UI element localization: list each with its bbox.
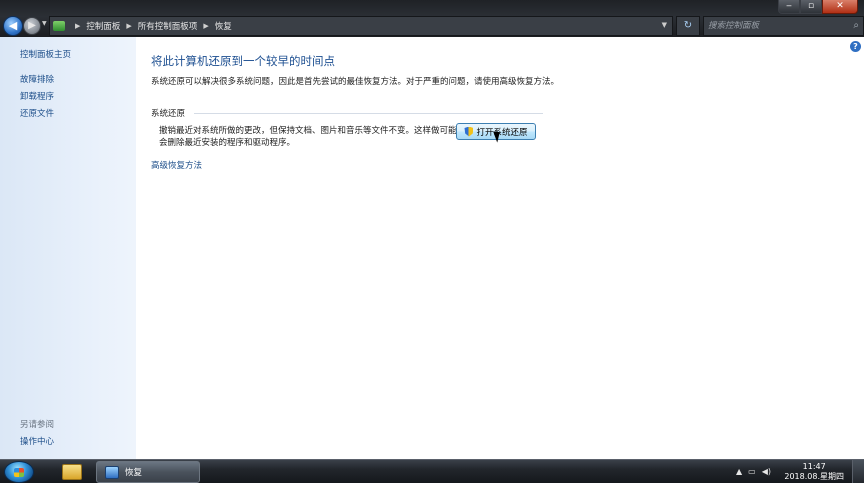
advanced-recovery-link[interactable]: 高级恢复方法 [151, 159, 202, 171]
control-panel-icon [105, 465, 119, 479]
page-title: 将此计算机还原到一个较早的时间点 [151, 54, 335, 68]
main-content: ? 将此计算机还原到一个较早的时间点 系统还原可以解决很多系统问题，因此是首先尝… [136, 37, 864, 459]
maximize-button[interactable]: ▫ [800, 0, 822, 14]
intro-text: 系统还原可以解决很多系统问题，因此是首先尝试的最佳恢复方法。对于严重的问题，请使… [151, 77, 560, 87]
windows-logo-icon[interactable] [4, 461, 34, 483]
refresh-icon[interactable]: ↻ [676, 16, 700, 36]
taskbar: 恢复 ▲ ▭ ◀) 11:47 2018.08.星期四 [0, 459, 864, 483]
explorer-taskbar-button[interactable] [52, 461, 92, 483]
recent-pages-dropdown[interactable]: ▼ [42, 20, 47, 27]
chevron-right-icon[interactable]: ▶ [75, 22, 80, 30]
breadcrumb-all-items[interactable]: 所有控制面板项 [138, 20, 198, 32]
open-system-restore-label: 打开系统还原 [476, 127, 528, 138]
chevron-right-icon[interactable]: ▶ [126, 22, 131, 30]
chevron-right-icon[interactable]: ▶ [203, 22, 208, 30]
clock[interactable]: 11:47 2018.08.星期四 [784, 462, 844, 482]
forward-arrow-icon[interactable]: ▶ [23, 17, 41, 35]
back-arrow-icon[interactable]: ◀ [3, 16, 23, 36]
close-button[interactable]: ✕ [822, 0, 858, 14]
system-restore-description: 撤销最近对系统所做的更改，但保持文档、图片和音乐等文件不变。这样做可能会删除最近… [159, 126, 457, 148]
sidebar-item-action-center[interactable]: 操作中心 [20, 435, 54, 447]
breadcrumb-recovery[interactable]: 恢复 [215, 20, 232, 32]
address-dropdown-icon[interactable]: ▼ [662, 21, 667, 29]
folder-icon [62, 464, 82, 480]
sidebar-item-restore-files[interactable]: 还原文件 [20, 107, 54, 119]
help-icon[interactable]: ? [850, 41, 861, 52]
divider [194, 113, 543, 114]
network-icon[interactable]: ▭ [748, 467, 756, 476]
sidebar: 控制面板主页 故障排除 卸载程序 还原文件 另请参阅 操作中心 [0, 37, 136, 459]
window-titlebar: ‒ ▫ ✕ ◀ ▶ ▼ ▶ 控制面板 ▶ 所有控制面板项 ▶ 恢复 ▼ ↻ ⌕ [0, 0, 864, 37]
sidebar-item-control-panel-home[interactable]: 控制面板主页 [20, 48, 71, 60]
search-icon[interactable]: ⌕ [853, 20, 859, 31]
control-panel-icon [53, 21, 65, 31]
see-also-heading: 另请参阅 [20, 420, 55, 430]
address-bar[interactable]: ▶ 控制面板 ▶ 所有控制面板项 ▶ 恢复 ▼ [49, 16, 673, 36]
shield-icon [464, 126, 474, 137]
search-input[interactable] [704, 17, 844, 35]
minimize-button[interactable]: ‒ [778, 0, 800, 14]
clock-time: 11:47 [802, 462, 826, 471]
search-box[interactable]: ⌕ [703, 16, 864, 36]
notification-area: ▲ ▭ ◀) [736, 467, 771, 476]
task-recovery-label: 恢复 [125, 468, 143, 478]
caption-buttons: ‒ ▫ ✕ [778, 0, 858, 14]
sidebar-item-troubleshooting[interactable]: 故障排除 [20, 73, 54, 85]
breadcrumb-control-panel[interactable]: 控制面板 [86, 20, 120, 32]
show-desktop-button[interactable] [852, 460, 864, 483]
sidebar-item-uninstall[interactable]: 卸载程序 [20, 90, 54, 102]
volume-icon[interactable]: ◀) [762, 467, 771, 476]
task-recovery[interactable]: 恢复 [96, 461, 200, 483]
show-hidden-icons-icon[interactable]: ▲ [736, 467, 742, 476]
system-restore-heading: 系统还原 [151, 109, 186, 119]
clock-date: 2018.08.星期四 [784, 472, 844, 481]
